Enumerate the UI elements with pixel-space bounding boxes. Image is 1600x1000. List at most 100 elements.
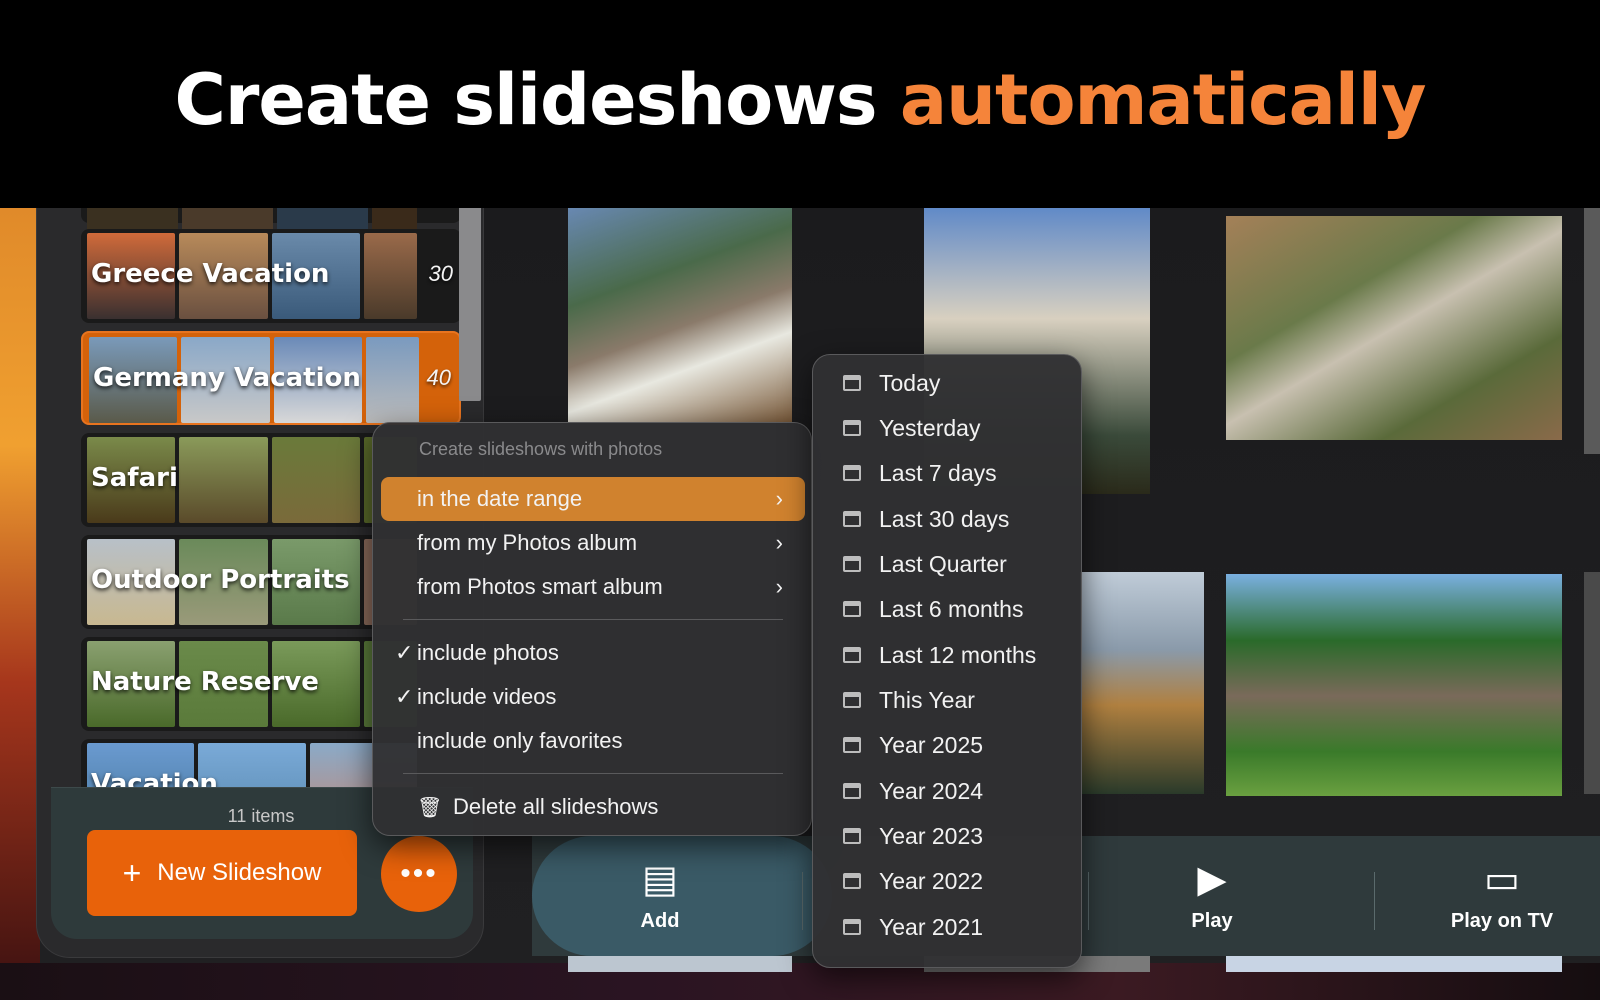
submenu-item-label: Year 2025 bbox=[879, 731, 984, 758]
submenu-item-label: Year 2021 bbox=[879, 913, 984, 940]
menu-item-label: in the date range bbox=[417, 486, 583, 511]
submenu-item[interactable]: Year 2025 bbox=[843, 723, 983, 767]
photo-thumbnail[interactable] bbox=[1226, 216, 1562, 440]
submenu-item[interactable]: Yesterday bbox=[843, 406, 980, 450]
checkmark-icon: ✓ bbox=[395, 640, 414, 665]
menu-item-include-videos[interactable]: ✓ include videos bbox=[381, 675, 805, 719]
submenu-item-label: Last 6 months bbox=[879, 595, 1024, 622]
album-title: Safari bbox=[91, 463, 178, 493]
toolbar-divider bbox=[1374, 872, 1375, 930]
add-button[interactable]: ▤ Add bbox=[590, 836, 730, 956]
photo-thumbnail[interactable] bbox=[1584, 572, 1600, 794]
chevron-right-icon: › bbox=[775, 574, 783, 599]
album-row-selected[interactable]: Germany Vacation 40 bbox=[81, 331, 461, 425]
calendar-icon bbox=[843, 692, 861, 708]
submenu-item-label: Last 12 months bbox=[879, 641, 1037, 668]
play-icon: ▶ bbox=[1197, 858, 1227, 901]
calendar-icon bbox=[843, 556, 861, 572]
calendar-icon bbox=[843, 511, 861, 527]
photo-thumbnail[interactable] bbox=[568, 208, 792, 422]
headline-banner: Create slideshows automatically bbox=[0, 0, 1600, 208]
menu-item-date-range[interactable]: in the date range › bbox=[381, 477, 805, 521]
new-slideshow-label: New Slideshow bbox=[157, 859, 322, 886]
desktop-wallpaper bbox=[0, 208, 40, 1000]
play-on-tv-label: Play on TV bbox=[1450, 909, 1554, 932]
menu-item-smart-album[interactable]: from Photos smart album › bbox=[381, 565, 805, 609]
menu-divider bbox=[403, 773, 783, 774]
calendar-icon bbox=[843, 375, 861, 391]
new-slideshow-button[interactable]: + New Slideshow bbox=[87, 830, 357, 916]
add-photo-icon: ▤ bbox=[642, 858, 678, 901]
submenu-item[interactable]: Last 7 days bbox=[843, 451, 997, 495]
headline: Create slideshows automatically bbox=[174, 59, 1427, 141]
add-label: Add bbox=[640, 909, 680, 932]
submenu-item[interactable]: Year 2023 bbox=[843, 814, 983, 858]
submenu-item[interactable]: Last 12 months bbox=[843, 633, 1036, 677]
submenu-item-label: Yesterday bbox=[879, 414, 981, 441]
album-count: 30 bbox=[428, 261, 453, 286]
menu-divider bbox=[403, 619, 783, 620]
sidebar-scrollbar[interactable] bbox=[459, 208, 481, 401]
menu-item-include-photos[interactable]: ✓ include photos bbox=[381, 631, 805, 675]
submenu-item[interactable]: Today bbox=[843, 361, 940, 405]
play-label: Play bbox=[1191, 909, 1233, 932]
calendar-icon bbox=[843, 828, 861, 844]
album-count: 40 bbox=[426, 365, 451, 390]
menu-item-label: from my Photos album bbox=[417, 530, 638, 555]
app-window: Greece Vacation 30 Germany Vacation 40 S… bbox=[0, 208, 1600, 1000]
calendar-icon bbox=[843, 647, 861, 663]
chevron-right-icon: › bbox=[775, 530, 783, 555]
submenu-item-label: Last 30 days bbox=[879, 505, 1010, 532]
menu-item-photos-album[interactable]: from my Photos album › bbox=[381, 521, 805, 565]
album-title: Nature Reserve bbox=[91, 667, 319, 697]
album-title: Germany Vacation bbox=[93, 363, 361, 393]
submenu-item[interactable]: Last 30 days bbox=[843, 497, 1009, 541]
ellipsis-icon: ••• bbox=[400, 857, 438, 890]
calendar-icon bbox=[843, 737, 861, 753]
menu-item-label: Delete all slideshows bbox=[453, 794, 659, 819]
photo-thumbnail[interactable] bbox=[1226, 574, 1562, 796]
menu-header: Create slideshows with photos bbox=[419, 439, 663, 459]
album-row[interactable] bbox=[81, 208, 461, 249]
menu-item-label: from Photos smart album bbox=[417, 574, 663, 599]
play-on-tv-button[interactable]: ▭ Play on TV bbox=[1432, 836, 1572, 956]
menu-item-label: include photos bbox=[417, 640, 559, 665]
menu-item-label: include only favorites bbox=[417, 728, 623, 753]
album-title: Outdoor Portraits bbox=[91, 565, 350, 595]
calendar-icon bbox=[843, 420, 861, 436]
play-button[interactable]: ▶ Play bbox=[1152, 836, 1272, 956]
submenu-item-label: Year 2023 bbox=[879, 822, 984, 849]
album-title: Greece Vacation bbox=[91, 259, 330, 289]
submenu-item-label: This Year bbox=[879, 686, 975, 713]
plus-icon: + bbox=[122, 854, 142, 891]
menu-item-delete-all[interactable]: 🗑 Delete all slideshows bbox=[381, 785, 805, 829]
calendar-icon bbox=[843, 873, 861, 889]
toolbar-divider bbox=[802, 872, 803, 930]
submenu-item-label: Last 7 days bbox=[879, 459, 997, 486]
submenu-item[interactable]: Last Quarter bbox=[843, 542, 1007, 586]
headline-accent: automatically bbox=[899, 59, 1427, 141]
calendar-icon bbox=[843, 919, 861, 935]
calendar-icon bbox=[843, 783, 861, 799]
trash-icon: 🗑 bbox=[417, 796, 443, 819]
date-range-submenu: Today Yesterday Last 7 days Last 30 days… bbox=[812, 354, 1082, 968]
checkmark-icon: ✓ bbox=[395, 684, 414, 709]
menu-item-only-favorites[interactable]: include only favorites bbox=[381, 719, 805, 763]
photo-thumbnail[interactable] bbox=[1584, 208, 1600, 454]
menu-item-label: include videos bbox=[417, 684, 557, 709]
more-options-button[interactable]: ••• bbox=[381, 836, 457, 912]
submenu-item[interactable]: Year 2021 bbox=[843, 905, 983, 949]
submenu-item[interactable]: Last 6 months bbox=[843, 587, 1023, 631]
photo-thumbnail[interactable] bbox=[1080, 572, 1204, 794]
submenu-item-label: Year 2024 bbox=[879, 777, 984, 804]
submenu-item[interactable]: Year 2024 bbox=[843, 769, 983, 813]
calendar-icon bbox=[843, 601, 861, 617]
submenu-item-label: Today bbox=[879, 369, 941, 396]
chevron-right-icon: › bbox=[775, 486, 783, 511]
context-menu: Create slideshows with photos in the dat… bbox=[372, 422, 812, 836]
cast-icon: ▭ bbox=[1484, 858, 1520, 901]
submenu-item[interactable]: Year 2022 bbox=[843, 859, 983, 903]
submenu-item[interactable]: This Year bbox=[843, 678, 975, 722]
calendar-icon bbox=[843, 465, 861, 481]
album-row[interactable]: Greece Vacation 30 bbox=[81, 229, 461, 323]
